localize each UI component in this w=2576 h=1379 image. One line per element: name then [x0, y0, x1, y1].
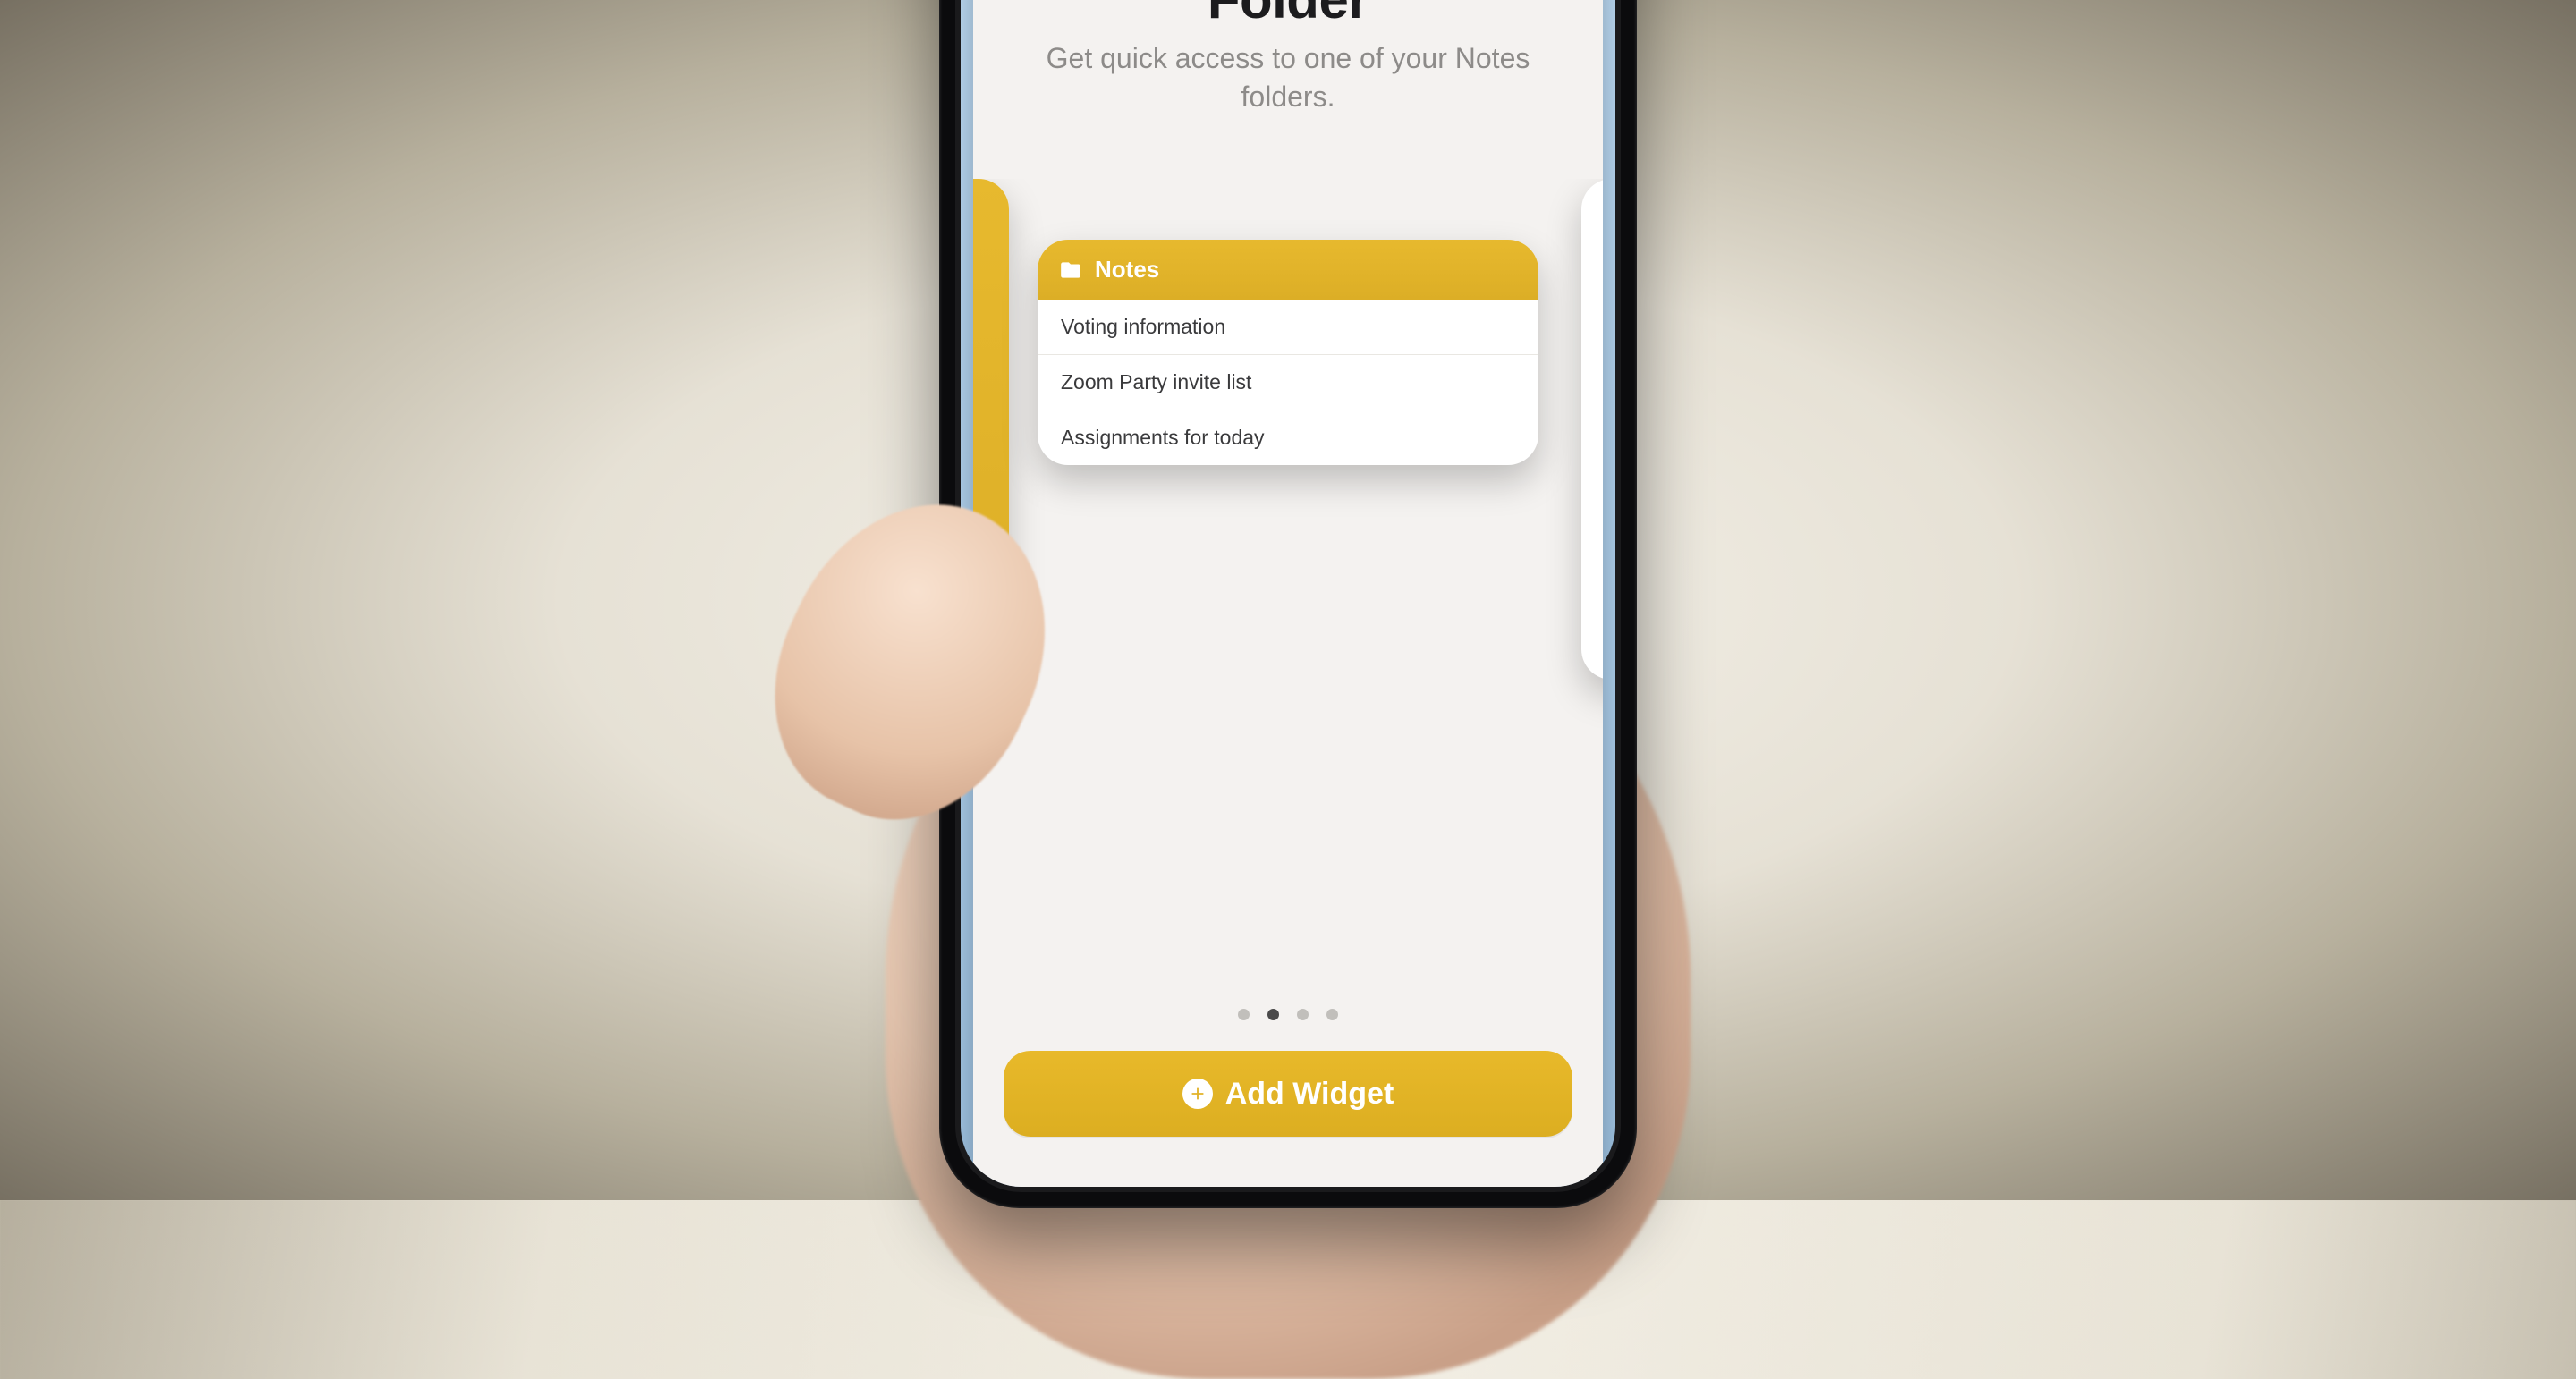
folder-icon [1059, 258, 1082, 282]
widget-note-row: Assignments for today [1038, 410, 1538, 465]
widget-note-row: Zoom Party invite list [1038, 355, 1538, 410]
page-dot[interactable] [1267, 1009, 1279, 1020]
photo-scene: FRI Notes [0, 0, 2576, 1200]
add-widget-button[interactable]: Add Widget [1004, 1051, 1572, 1137]
page-indicator[interactable] [973, 991, 1603, 1024]
page-dot[interactable] [1238, 1009, 1250, 1020]
sheet-title: Folder [1027, 0, 1549, 30]
add-widget-label: Add Widget [1225, 1077, 1394, 1112]
iphone-bezel: FRI Notes [955, 0, 1621, 1192]
sheet-hero: Folder Get quick access to one of your N… [973, 0, 1603, 116]
widget-folder-title: Notes [1095, 256, 1159, 283]
widget-preview-medium[interactable]: Notes Voting information Zoom Party invi… [1038, 240, 1538, 465]
page-dot[interactable] [1326, 1009, 1338, 1020]
widget-folder-header: Notes [1038, 240, 1538, 300]
page-dot[interactable] [1297, 1009, 1309, 1020]
next-widget-peek-text: N [1581, 179, 1603, 258]
next-widget-preview[interactable]: N [1581, 179, 1603, 680]
iphone-frame: FRI Notes [939, 0, 1637, 1208]
sheet-subtitle: Get quick access to one of your Notes fo… [1027, 39, 1549, 116]
widget-size-carousel[interactable]: Notes Voting information Zoom Party invi… [973, 179, 1603, 991]
widget-picker-sheet: Notes Folder Get quick access to one of … [973, 0, 1603, 1187]
plus-icon [1188, 1084, 1208, 1104]
widget-note-row: Voting information [1038, 300, 1538, 355]
plus-badge [1182, 1079, 1213, 1109]
phone-screen: FRI Notes [961, 0, 1615, 1187]
widget-notes-list: Voting information Zoom Party invite lis… [1038, 300, 1538, 465]
